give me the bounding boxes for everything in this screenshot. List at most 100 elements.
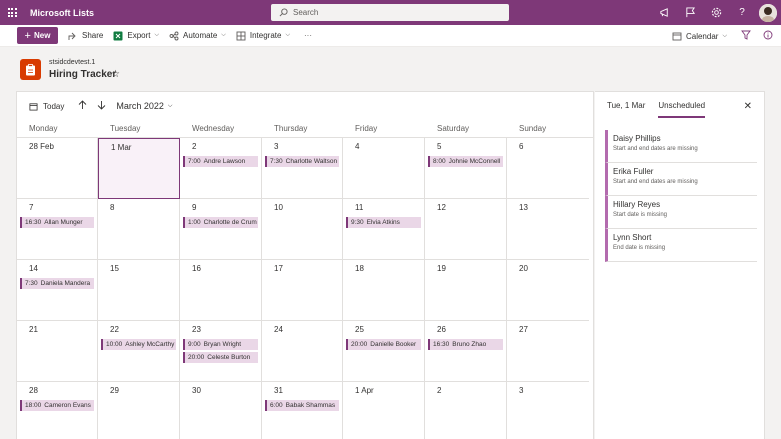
day-cell-today[interactable]: 1 Mar xyxy=(98,138,180,199)
calendar-event[interactable]: 9:30 Elvia Atkins xyxy=(346,217,421,228)
day-cell[interactable]: 12 xyxy=(425,199,507,260)
day-cell[interactable]: 23 9:00 Bryan Wright 20:00 Celeste Burton xyxy=(180,321,262,382)
day-cell[interactable]: 4 xyxy=(343,138,425,199)
list-header: stsidcdevtest.1 Hiring Tracker ☆ xyxy=(0,48,781,89)
day-cell[interactable]: 30 xyxy=(180,382,262,439)
next-month-button[interactable] xyxy=(97,100,106,113)
day-number: 3 xyxy=(274,142,279,151)
day-cell[interactable]: 25 20:00 Danielle Booker xyxy=(343,321,425,382)
day-cell[interactable]: 14 7:30 Daniela Mandera xyxy=(17,260,98,321)
unscheduled-list: Daisy Phillips Start and end dates are mi… xyxy=(605,130,757,262)
automate-button[interactable]: Automate ⌵ xyxy=(169,31,226,41)
arrow-up-icon xyxy=(79,99,87,109)
weekday-label: Monday xyxy=(29,124,58,133)
day-cell[interactable]: 15 xyxy=(98,260,180,321)
tab-selected-date[interactable]: Tue, 1 Mar xyxy=(607,92,645,120)
event-title: Babak Shammas xyxy=(285,402,336,409)
flag-icon[interactable] xyxy=(677,0,703,25)
day-cell[interactable]: 8 xyxy=(98,199,180,260)
day-number: 10 xyxy=(274,203,283,212)
day-cell[interactable]: 3 xyxy=(507,382,589,439)
info-button[interactable] xyxy=(763,30,773,42)
day-cell[interactable]: 28 Feb xyxy=(17,138,98,199)
calendar-event[interactable]: 16:30 Bruno Zhao xyxy=(428,339,503,350)
help-icon[interactable]: ? xyxy=(729,0,755,25)
megaphone-icon[interactable] xyxy=(651,0,677,25)
event-title: Bryan Wright xyxy=(203,341,242,348)
search-box[interactable]: Search xyxy=(271,4,509,21)
gear-icon[interactable] xyxy=(703,0,729,25)
day-cell[interactable]: 11 9:30 Elvia Atkins xyxy=(343,199,425,260)
calendar-event[interactable]: 7:30 Charlotte Waltson xyxy=(265,156,339,167)
unscheduled-item[interactable]: Lynn Short End date is missing xyxy=(605,229,757,262)
calendar-event[interactable]: 20:00 Celeste Burton xyxy=(183,352,258,363)
calendar-event[interactable]: 20:00 Danielle Booker xyxy=(346,339,421,350)
app-name[interactable]: Microsoft Lists xyxy=(30,8,94,18)
day-number: 16 xyxy=(192,264,201,273)
star-icon[interactable]: ☆ xyxy=(111,69,120,80)
day-cell[interactable]: 31 6:00 Babak Shammas xyxy=(262,382,343,439)
day-cell[interactable]: 6 xyxy=(507,138,589,199)
calendar-event[interactable]: 7:00 Andre Lawson xyxy=(183,156,258,167)
more-options-button[interactable]: ··· xyxy=(304,31,312,40)
unscheduled-item[interactable]: Erika Fuller Start and end dates are miss… xyxy=(605,163,757,196)
today-button[interactable]: Today xyxy=(29,102,64,111)
day-cell[interactable]: 1 Apr xyxy=(343,382,425,439)
day-cell[interactable]: 29 xyxy=(98,382,180,439)
unscheduled-item-name: Daisy Phillips xyxy=(613,134,661,143)
weekday-label: Friday xyxy=(355,124,378,133)
day-cell[interactable]: 3 7:30 Charlotte Waltson xyxy=(262,138,343,199)
day-cell[interactable]: 17 xyxy=(262,260,343,321)
day-cell[interactable]: 13 xyxy=(507,199,589,260)
calendar-event[interactable]: 9:00 Bryan Wright xyxy=(183,339,258,350)
day-cell[interactable]: 7 16:30 Allan Munger xyxy=(17,199,98,260)
day-cell[interactable]: 10 xyxy=(262,199,343,260)
day-cell[interactable]: 2 xyxy=(425,382,507,439)
day-cell[interactable]: 21 xyxy=(17,321,98,382)
calendar-event[interactable]: 8:00 Johnie McConnell xyxy=(428,156,503,167)
share-button[interactable]: Share xyxy=(68,31,103,41)
info-icon xyxy=(763,30,773,42)
chevron-down-icon: ⌵ xyxy=(285,32,290,38)
day-cell[interactable]: 20 xyxy=(507,260,589,321)
integrate-button[interactable]: Integrate ⌵ xyxy=(236,31,290,41)
day-cell[interactable]: 2 7:00 Andre Lawson xyxy=(180,138,262,199)
view-switcher-button[interactable]: Calendar ⌵ xyxy=(672,31,727,41)
day-cell[interactable]: 22 10:00 Ashley McCarthy xyxy=(98,321,180,382)
close-icon[interactable]: ✕ xyxy=(744,101,752,112)
new-button-label: New xyxy=(33,31,51,40)
avatar[interactable] xyxy=(759,3,777,22)
new-button[interactable]: + New xyxy=(17,27,58,44)
unscheduled-item[interactable]: Daisy Phillips Start and end dates are mi… xyxy=(605,130,757,163)
day-cell[interactable]: 19 xyxy=(425,260,507,321)
event-time: 1:00 xyxy=(188,219,201,226)
calendar-event[interactable]: 6:00 Babak Shammas xyxy=(265,400,339,411)
day-cell[interactable]: 27 xyxy=(507,321,589,382)
calendar-event[interactable]: 7:30 Daniela Mandera xyxy=(20,278,94,289)
day-cell[interactable]: 18 xyxy=(343,260,425,321)
day-cell[interactable]: 9 1:00 Charlotte de Crum xyxy=(180,199,262,260)
previous-month-button[interactable] xyxy=(78,99,87,113)
calendar-event[interactable]: 18:00 Cameron Evans xyxy=(20,400,94,411)
month-picker[interactable]: March 2022 ⌵ xyxy=(116,101,172,111)
calendar-event[interactable]: 10:00 Ashley McCarthy xyxy=(101,339,176,350)
event-time: 6:00 xyxy=(270,402,283,409)
day-cell[interactable]: 24 xyxy=(262,321,343,382)
site-name[interactable]: stsidcdevtest.1 xyxy=(49,59,95,66)
day-cell[interactable]: 28 18:00 Cameron Evans xyxy=(17,382,98,439)
tab-unscheduled[interactable]: Unscheduled xyxy=(658,92,705,120)
unscheduled-item[interactable]: Hillary Reyes Start date is missing xyxy=(605,196,757,229)
calendar-event[interactable]: 16:30 Allan Munger xyxy=(20,217,94,228)
event-time: 8:00 xyxy=(433,158,446,165)
day-cell[interactable]: 5 8:00 Johnie McConnell xyxy=(425,138,507,199)
weekday-label: Tuesday xyxy=(110,124,141,133)
day-cell[interactable]: 26 16:30 Bruno Zhao xyxy=(425,321,507,382)
unscheduled-item-name: Lynn Short xyxy=(613,233,652,242)
day-cell[interactable]: 16 xyxy=(180,260,262,321)
app-launcher-icon[interactable] xyxy=(0,0,24,25)
day-number: 27 xyxy=(519,325,528,334)
export-button[interactable]: Export ⌵ xyxy=(113,31,159,41)
filter-button[interactable] xyxy=(741,30,751,42)
event-title: Allan Munger xyxy=(44,219,83,226)
calendar-event[interactable]: 1:00 Charlotte de Crum xyxy=(183,217,258,228)
